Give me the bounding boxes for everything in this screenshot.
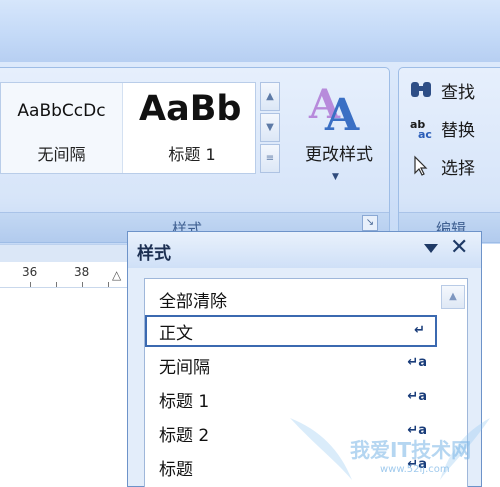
style-tile-no-spacing[interactable]: AaBbCcDc 无间隔 [1,83,123,173]
styles-pane-header[interactable]: 样式 ✕ [128,232,481,268]
change-styles-label: 更改样式 [305,145,373,165]
select-button[interactable]: 选择 [407,151,500,181]
replace-button[interactable]: ab ac 替换 [407,113,500,143]
change-styles-icon: A A [308,81,360,134]
style-item-heading-1[interactable]: 标题 1 ↵a [145,383,437,415]
pane-menu-dropdown-icon[interactable] [424,244,438,253]
styles-list: 全部清除 正文 ↵ 无间隔 ↵a 标题 1 ↵a 标题 2 ↵a 标题 ↵a ▲ [144,278,468,487]
gallery-scroll: ▲ ▼ ≡ [260,82,280,174]
binoculars-icon [411,82,431,97]
gallery-scroll-up-button[interactable]: ▲ [260,82,280,111]
style-item-no-spacing[interactable]: 无间隔 ↵a [145,349,437,381]
style-item-clear-all[interactable]: 全部清除 [145,283,437,315]
linked-style-icon: ↵a [407,457,427,472]
style-item-label: 正文 [159,324,193,344]
style-tile-sample: AaBbCcDc [17,101,106,121]
styles-list-scrollbar[interactable]: ▲ [441,285,465,485]
cursor-icon [414,155,428,176]
styles-dialog-launcher-icon[interactable]: ↘ [362,215,378,231]
scroll-up-button[interactable]: ▲ [441,285,465,309]
style-tile-name: 无间隔 [37,145,86,164]
ruler-number: 38 [74,265,90,279]
style-tile-heading-1[interactable]: AaBb 标题 1 [129,83,255,173]
change-styles-button[interactable]: A A 更改样式 ▼ [289,76,389,206]
linked-style-icon: ↵a [407,389,427,404]
indent-marker-icon[interactable]: △ [112,268,121,282]
style-item-normal[interactable]: 正文 ↵ [145,315,437,347]
ruler-number: 36 [22,265,38,279]
ribbon-bottom-edge [0,244,140,262]
horizontal-ruler[interactable]: 36 38 △ [0,262,140,288]
style-item-label: 全部清除 [159,292,227,312]
style-item-label: 无间隔 [159,358,210,378]
styles-pane-title: 样式 [137,244,171,264]
style-tile-sample: AaBb [139,89,242,129]
style-item-label: 标题 2 [159,426,210,446]
find-label: 查找 [441,83,475,103]
select-label: 选择 [441,159,475,179]
window-title-bar [0,0,500,62]
gallery-more-button[interactable]: ≡ [260,144,280,173]
close-icon[interactable]: ✕ [450,236,468,260]
style-item-label: 标题 [159,460,193,480]
paragraph-mark-icon: ↵ [414,323,425,338]
ruler-tick [30,282,31,287]
ruler-tick [82,282,83,287]
svg-text:ac: ac [418,128,432,139]
style-item-label: 标题 1 [159,392,210,412]
style-item-heading-2[interactable]: 标题 2 ↵a [145,417,437,449]
replace-icon: ab ac [410,118,432,139]
linked-style-icon: ↵a [407,355,427,370]
linked-style-icon: ↵a [407,423,427,438]
quick-styles-gallery: AaBbCcDc 无间隔 AaBb 标题 1 [0,82,256,174]
ruler-tick [108,282,109,287]
styles-pane: 样式 ✕ 全部清除 正文 ↵ 无间隔 ↵a 标题 1 ↵a 标题 2 ↵a 标题… [127,231,482,487]
svg-text:A: A [324,90,360,134]
find-button[interactable]: 查找 [407,75,500,105]
replace-label: 替换 [441,121,475,141]
ruler-tick [56,282,57,287]
style-tile-name: 标题 1 [168,145,216,164]
chevron-down-icon: ▼ [332,172,339,182]
gallery-scroll-down-button[interactable]: ▼ [260,113,280,142]
style-item-title[interactable]: 标题 ↵a [145,451,437,483]
